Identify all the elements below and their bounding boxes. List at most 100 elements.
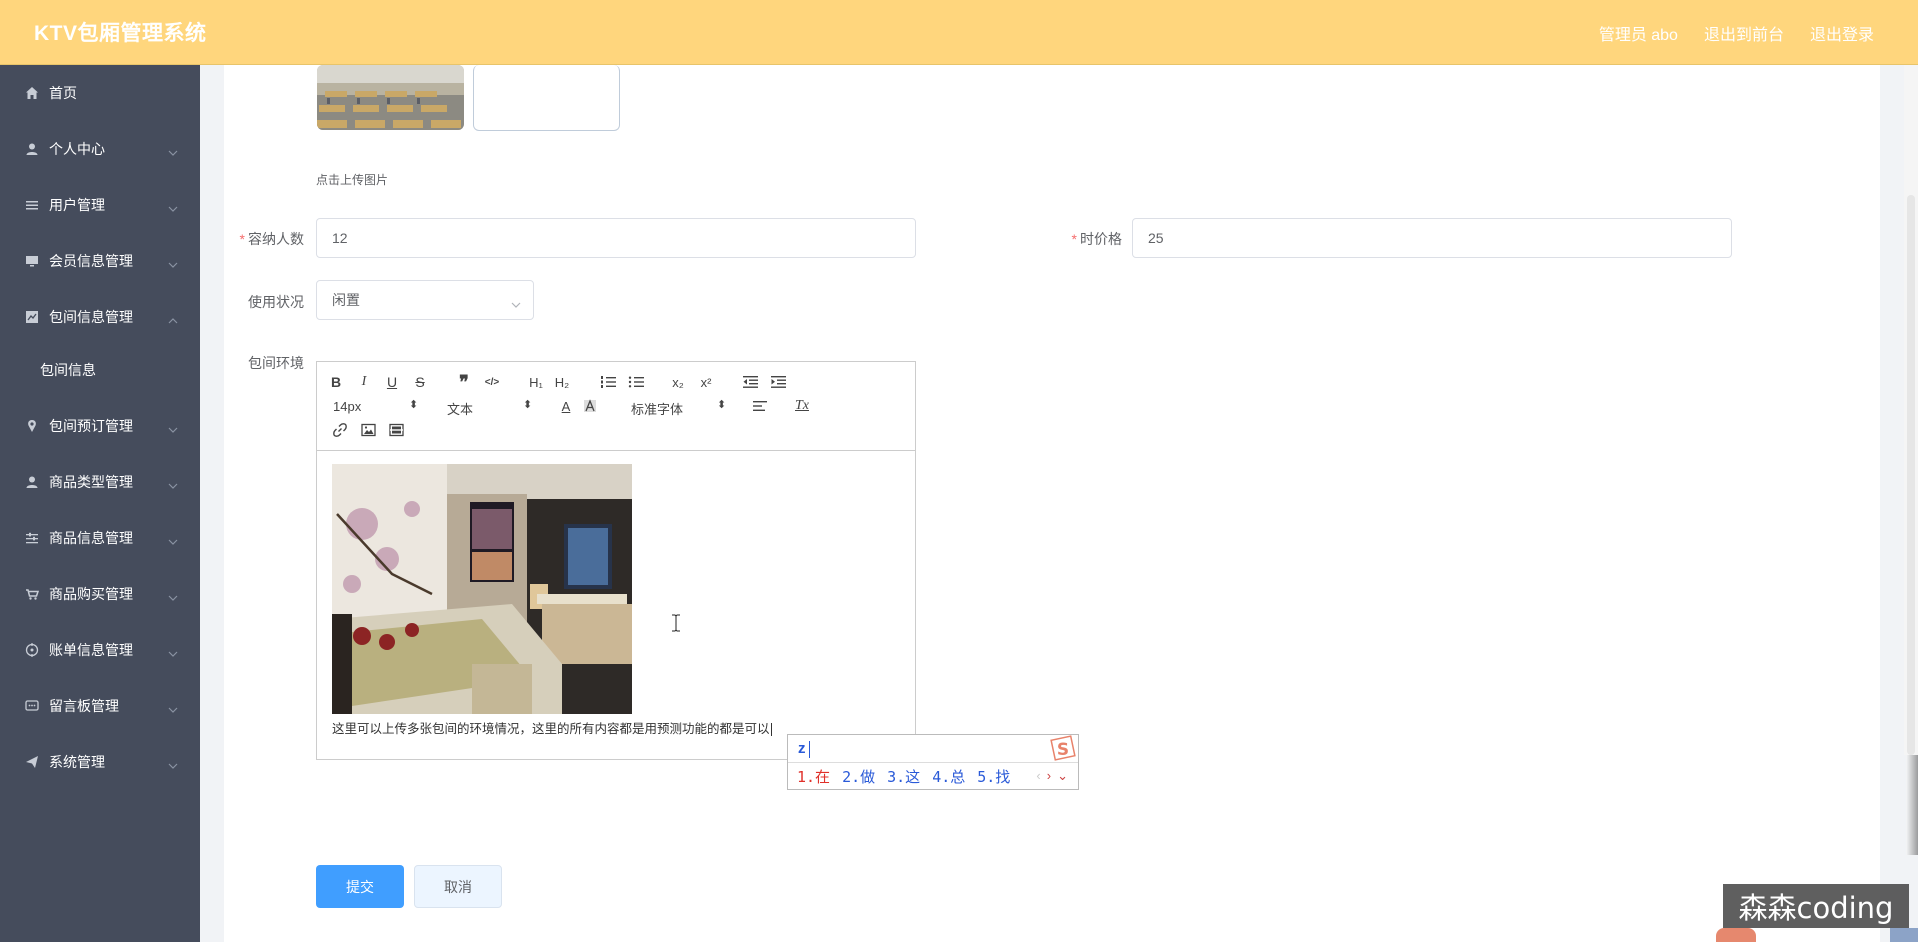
message-icon [24,698,40,714]
ime-candidate-4[interactable]: 4.总 [932,766,965,787]
sidebar-item-bill-info[interactable]: 账单信息管理 [0,622,200,678]
chevron-up-icon [168,311,178,327]
italic-icon[interactable]: I [355,373,373,391]
upload-trigger-box[interactable] [473,65,620,131]
superscript-icon[interactable]: x² [697,373,715,391]
corner-decoration [1890,928,1918,942]
chart-icon [24,309,40,325]
submit-button[interactable]: 提交 [316,865,404,908]
status-select[interactable]: 闲置 [316,280,534,320]
header-actions: 管理员 abo 退出到前台 退出登录 [1599,0,1874,65]
rich-text-editor[interactable]: B I U S ❞ </> H₁ H₂ x₂ x² 14px ⬍ 文本 ⬍ A … [316,361,916,760]
sidebar-item-label: 个人中心 [49,141,105,157]
clear-format-icon[interactable]: Tx [793,397,811,415]
bold-icon[interactable]: B [327,373,345,391]
sidebar-item-personal-center[interactable]: 个人中心 [0,121,200,177]
chevron-down-icon [168,700,178,716]
ime-candidate-5[interactable]: 5.找 [977,766,1010,787]
chevron-down-icon [168,420,178,436]
strikethrough-icon[interactable]: S [411,373,429,391]
sidebar-item-home[interactable]: 首页 [0,65,200,121]
hourly-price-input[interactable]: 25 [1132,218,1732,258]
sidebar-item-product-purchase[interactable]: 商品购买管理 [0,566,200,622]
ime-candidate-2[interactable]: 2.做 [842,766,875,787]
chevron-down-icon [168,476,178,492]
header2-icon[interactable]: H₂ [551,373,573,391]
scrollbar-thumb[interactable] [1907,195,1915,755]
chevron-down-icon [511,295,521,311]
chevron-down-icon [168,644,178,660]
background-color-icon[interactable] [581,397,599,415]
uploaded-image-thumbnail[interactable] [317,65,464,130]
required-mark-icon: * [1071,231,1077,247]
sliders-icon [24,530,40,546]
ime-expand-icon[interactable]: ⌄ [1057,768,1068,784]
sidebar-item-system-management[interactable]: 系统管理 [0,734,200,790]
hourly-price-label-text: 时价格 [1080,231,1122,247]
sidebar-item-label: 商品类型管理 [49,474,133,490]
sidebar-item-member-info[interactable]: 会员信息管理 [0,233,200,289]
subscript-icon[interactable]: x₂ [669,373,687,391]
bullet-list-icon[interactable] [627,373,645,391]
header-select-arrow-icon: ⬍ [523,399,533,411]
capacity-input[interactable]: 12 [316,218,916,258]
edge-shadow [1906,755,1918,855]
capacity-label-text: 容纳人数 [248,231,304,247]
sidebar-item-room-booking[interactable]: 包间预订管理 [0,398,200,454]
ime-candidate-1[interactable]: 1.在 [797,766,830,787]
sogou-logo-icon: S [1047,734,1077,764]
ime-candidate-popup[interactable]: z S 1.在 2.做 3.这 4.总 5.找 ‹ › ⌄ [787,734,1079,790]
corner-decoration [1716,928,1756,942]
sidebar-subitem-label: 包间信息 [40,362,96,378]
link-icon[interactable] [331,421,349,439]
back-to-front-link[interactable]: 退出到前台 [1704,21,1784,45]
sidebar-item-label: 首页 [49,85,77,101]
text-cursor-icon [671,614,681,635]
sidebar-item-label: 账单信息管理 [49,642,133,658]
sidebar-item-product-type[interactable]: 商品类型管理 [0,454,200,510]
align-icon[interactable] [751,397,769,415]
font-family-select[interactable]: 标准字体 [631,399,683,418]
blockquote-icon[interactable]: ❞ [455,372,473,392]
sidebar-item-product-info[interactable]: 商品信息管理 [0,510,200,566]
ime-prev-icon[interactable]: ‹ [1036,768,1040,784]
editor-toolbar: B I U S ❞ </> H₁ H₂ x₂ x² 14px ⬍ 文本 ⬍ A … [317,362,915,451]
vertical-scrollbar[interactable] [1904,65,1918,755]
editor-content-area[interactable]: 这里可以上传多张包间的环境情况，这里的所有内容都是用预测功能的都是可以 [317,452,915,760]
sidebar-item-label: 商品信息管理 [49,530,133,546]
ime-divider [788,762,1078,763]
text-color-icon[interactable]: A [557,397,575,415]
ime-caret [809,741,810,758]
ime-candidate-3[interactable]: 3.这 [887,766,920,787]
video-icon[interactable] [387,421,405,439]
outdent-icon[interactable] [741,373,759,391]
sidebar-subitem-room-info[interactable]: 包间信息 [0,345,200,395]
sidebar-item-message-board[interactable]: 留言板管理 [0,678,200,734]
logout-link[interactable]: 退出登录 [1810,21,1874,45]
capacity-value: 12 [332,230,348,246]
ime-next-icon[interactable]: › [1047,768,1051,784]
app-title: KTV包厢管理系统 [34,22,207,45]
font-family-select-arrow-icon: ⬍ [717,399,727,411]
editor-text-value: 这里可以上传多张包间的环境情况，这里的所有内容都是用预测功能的都是可以 [332,722,770,736]
underline-icon[interactable]: U [383,373,401,391]
sidebar: 首页 个人中心 用户管理 会员信息管理 包间信息管理 包间信息 包间预订管理 商… [0,65,200,942]
sidebar-item-label: 用户管理 [49,197,105,213]
header1-icon[interactable]: H₁ [525,373,547,391]
header-select-value: 文本 [447,402,474,417]
ordered-list-icon[interactable] [599,373,617,391]
room-environment-image[interactable] [332,464,632,714]
sidebar-item-user-management[interactable]: 用户管理 [0,177,200,233]
indent-icon[interactable] [769,373,787,391]
code-block-icon[interactable]: </> [483,373,501,391]
sidebar-item-room-info[interactable]: 包间信息管理 [0,289,200,345]
ime-candidates: 1.在 2.做 3.这 4.总 5.找 [797,766,1010,787]
sidebar-item-label: 系统管理 [49,754,105,770]
header-select[interactable]: 文本 [447,399,473,418]
home-icon [24,85,40,101]
location-icon [24,418,40,434]
image-icon[interactable] [359,421,377,439]
sidebar-item-label: 商品购买管理 [49,586,133,602]
cancel-button[interactable]: 取消 [414,865,502,908]
font-size-select[interactable]: 14px [333,399,361,414]
